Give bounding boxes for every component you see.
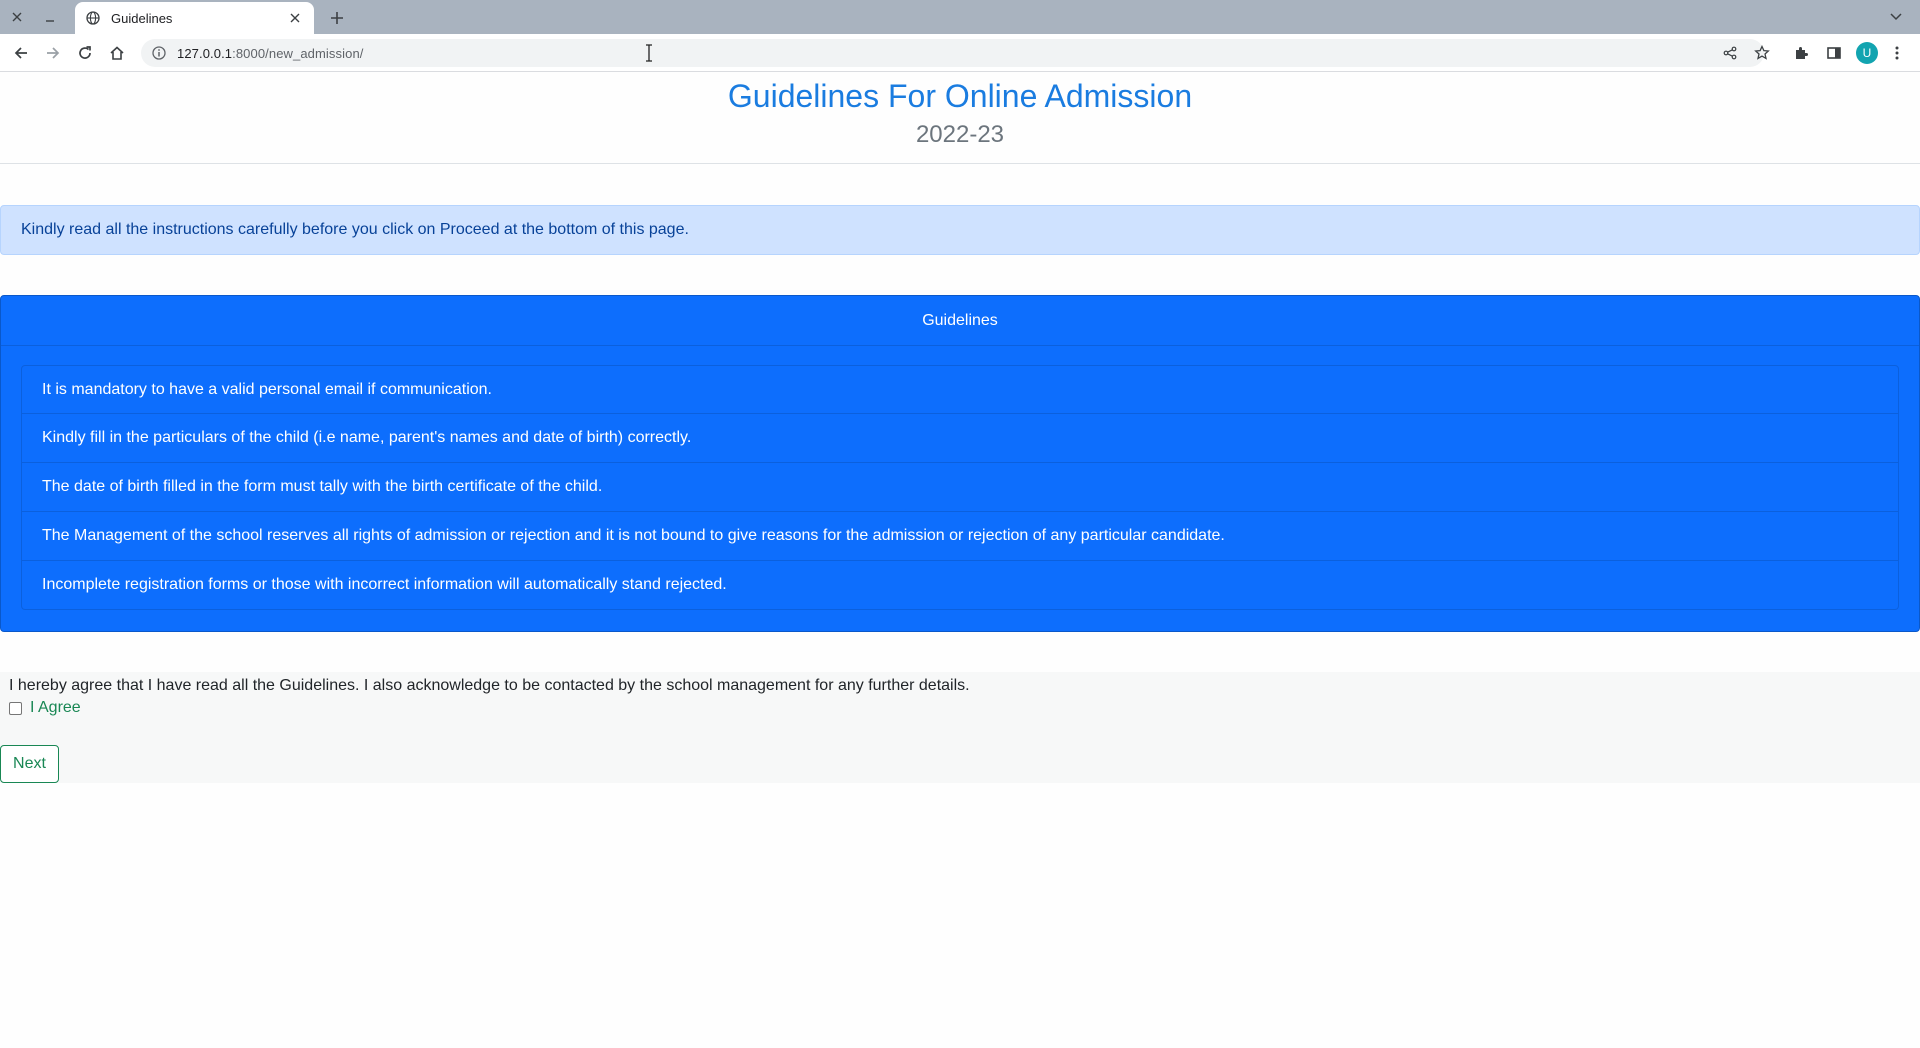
forward-icon[interactable] (39, 39, 67, 67)
site-info-icon[interactable] (151, 45, 167, 61)
browser-tab-bar: Guidelines (0, 0, 1920, 34)
reload-icon[interactable] (71, 39, 99, 67)
page-title: Guidelines For Online Admission (727, 78, 1193, 114)
alert-text: Kindly read all the instructions careful… (21, 221, 689, 238)
page-header: Guidelines For Online Admission 2022-23 (0, 72, 1920, 164)
side-panel-icon[interactable] (1820, 39, 1848, 67)
text-cursor-icon (644, 44, 654, 62)
browser-toolbar: 127.0.0.1:8000/new_admission/ (0, 34, 1920, 72)
guidelines-card-header: Guidelines (1, 296, 1919, 346)
extensions-puzzle-icon[interactable] (1787, 39, 1815, 67)
agree-label[interactable]: I Agree (30, 699, 81, 717)
browser-tab[interactable]: Guidelines (75, 2, 314, 34)
agreement-text: I hereby agree that I have read all the … (9, 677, 970, 694)
agree-checkbox[interactable] (9, 701, 22, 715)
home-icon[interactable] (103, 39, 131, 67)
back-icon[interactable] (7, 39, 35, 67)
bookmark-star-icon[interactable] (1750, 41, 1774, 65)
agree-checkbox-row[interactable]: I Agree (9, 699, 81, 717)
address-bar[interactable]: 127.0.0.1:8000/new_admission/ (141, 39, 1764, 67)
url-path: :8000/new_admission/ (232, 45, 364, 61)
minimize-window-icon[interactable] (38, 5, 62, 29)
tab-title: Guidelines (111, 10, 173, 26)
guideline-item: Kindly fill in the particulars of the ch… (21, 414, 1899, 463)
agreement-section: I hereby agree that I have read all the … (0, 672, 1920, 783)
url-host: 127.0.0.1 (177, 45, 233, 61)
next-button[interactable]: Next (0, 745, 59, 783)
guideline-item: The date of birth filled in the form mus… (21, 463, 1899, 512)
instruction-alert: Kindly read all the instructions careful… (0, 205, 1920, 255)
url-text: 127.0.0.1:8000/new_admission/ (177, 46, 363, 61)
academic-year: 2022-23 (915, 121, 1005, 148)
guidelines-list: It is mandatory to have a valid personal… (21, 365, 1899, 610)
menu-kebab-icon[interactable] (1883, 39, 1911, 67)
close-tab-icon[interactable] (286, 9, 304, 27)
guideline-item: Incomplete registration forms or those w… (21, 561, 1899, 610)
share-icon[interactable] (1718, 41, 1742, 65)
close-window-icon[interactable] (5, 5, 29, 29)
guideline-item: It is mandatory to have a valid personal… (21, 365, 1899, 414)
guideline-item: The Management of the school reserves al… (21, 512, 1899, 561)
globe-icon (85, 10, 101, 26)
tab-search-chevron-icon[interactable] (1886, 7, 1906, 27)
profile-avatar[interactable]: U (1856, 42, 1878, 64)
new-tab-icon[interactable] (324, 5, 350, 31)
guidelines-card: Guidelines It is mandatory to have a val… (0, 295, 1920, 632)
